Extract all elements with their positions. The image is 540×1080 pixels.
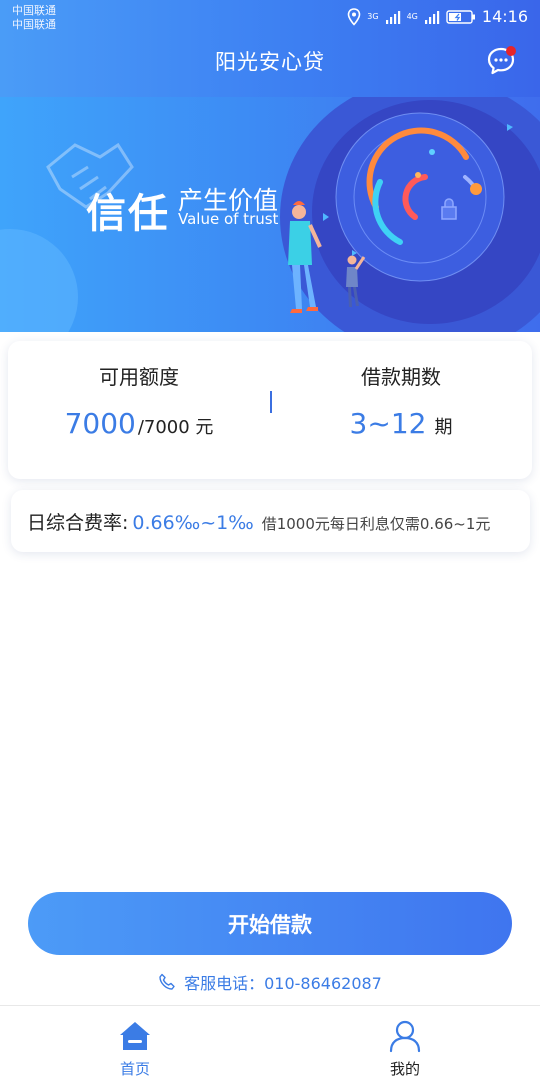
tab-home-label: 首页 (119, 1060, 150, 1078)
carrier-2: 中国联通 (12, 18, 56, 31)
banner-headline: 信任 (86, 191, 170, 237)
signal-icon-2 (424, 10, 440, 24)
rate-value: 0.66‰~1‰ (132, 512, 254, 534)
notification-dot (506, 46, 516, 56)
bottom-tab-bar: 首页 我的 (0, 1005, 540, 1080)
rate-label: 日综合费率: (27, 512, 129, 534)
carrier-info: 中国联通 中国联通 (12, 4, 56, 32)
available-quota-label: 可用额度 (99, 365, 179, 389)
user-icon (389, 1020, 421, 1053)
loan-term-unit: 期 (434, 417, 453, 438)
tab-mine[interactable]: 我的 (270, 1006, 540, 1080)
loan-term-value: 3~12 (349, 407, 427, 440)
battery-icon (446, 9, 475, 24)
rate-card: 日综合费率: 0.66‰~1‰ 借1000元每日利息仅需0.66~1元 (11, 490, 530, 552)
start-loan-button[interactable]: 开始借款 (28, 892, 512, 955)
top-header: 中国联通 中国联通 3G 4G 14:16 阳光安心贷 (0, 0, 540, 97)
banner-english-tagline: Value of trust (178, 210, 279, 228)
signal-icon-1 (385, 10, 400, 24)
customer-service-phone: 客服电话：010-86462087 (184, 974, 382, 993)
available-quota-total: /7000 元 (137, 417, 214, 438)
message-button[interactable] (486, 46, 516, 76)
app-title: 阳光安心贷 (215, 50, 325, 74)
available-quota-value: 7000 (64, 407, 136, 440)
banner-bubble-shape (0, 229, 78, 332)
tab-home[interactable]: 首页 (0, 1006, 270, 1080)
promo-banner[interactable]: 信任 产生价值 Value of trust (0, 97, 540, 332)
radar-inner-ring (335, 112, 505, 282)
phone-icon (159, 973, 175, 990)
loan-term: 借款期数 3~12 期 (270, 341, 532, 479)
chat-bubble-icon (487, 46, 516, 75)
location-icon (347, 7, 361, 26)
quota-card: 可用额度 7000 /7000 元 借款期数 3~12 期 (8, 341, 532, 479)
available-quota-value-row: 7000 /7000 元 (8, 407, 270, 440)
status-time: 14:16 (481, 7, 528, 26)
loan-term-value-row: 3~12 期 (270, 407, 532, 440)
rate-row: 日综合费率: 0.66‰~1‰ 借1000元每日利息仅需0.66~1元 (27, 508, 490, 535)
title-bar: 阳光安心贷 (0, 36, 540, 88)
customer-service-link[interactable]: 客服电话：010-86462087 (0, 970, 540, 994)
loan-term-label: 借款期数 (361, 365, 441, 389)
status-bar: 中国联通 中国联通 3G 4G 14:16 (0, 0, 540, 36)
status-icons: 3G 4G 14:16 (347, 7, 528, 26)
home-icon (120, 1022, 150, 1050)
network-type-1: 3G (367, 12, 379, 21)
rate-description: 借1000元每日利息仅需0.66~1元 (261, 515, 491, 533)
tab-mine-label: 我的 (389, 1060, 420, 1078)
network-type-2: 4G (406, 12, 418, 21)
available-quota: 可用额度 7000 /7000 元 (8, 341, 270, 479)
carrier-1: 中国联通 (12, 4, 56, 17)
